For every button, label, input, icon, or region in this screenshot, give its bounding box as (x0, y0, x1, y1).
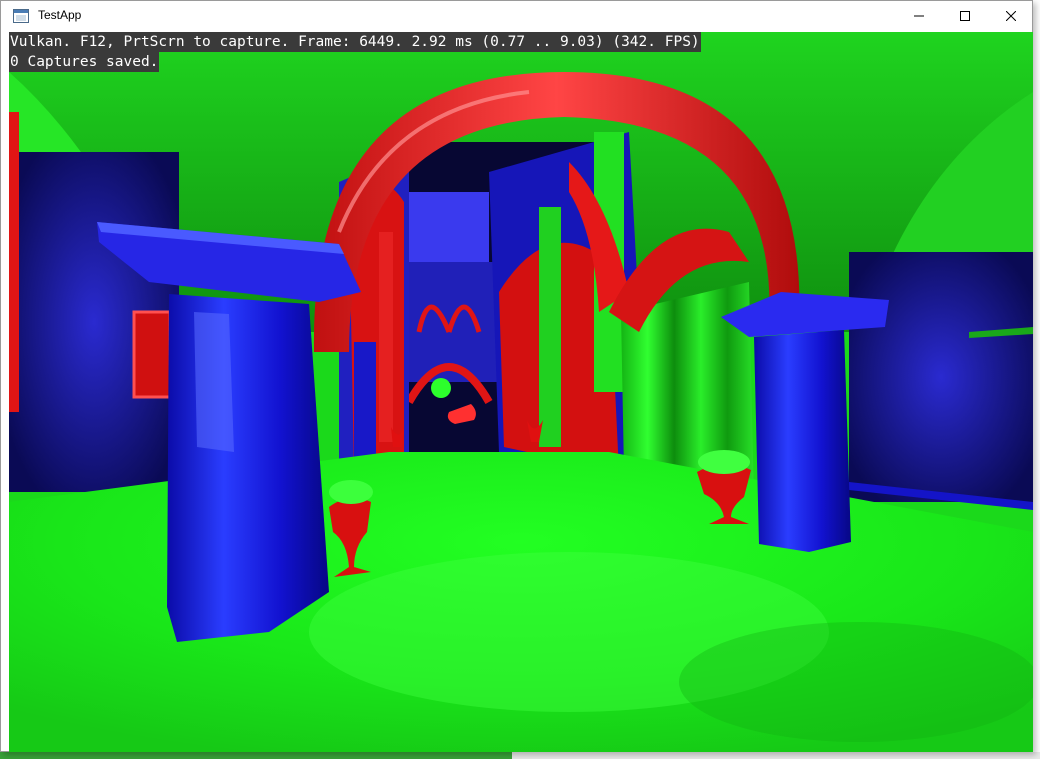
maximize-button[interactable] (942, 1, 988, 31)
minimize-button[interactable] (896, 1, 942, 31)
left-window (132, 310, 172, 399)
minimize-icon (914, 15, 924, 17)
app-window: TestApp Vulkan. F12, PrtScrn to capture.… (0, 0, 1033, 752)
debug-overlay: Vulkan. F12, PrtScrn to capture. Frame: … (9, 32, 701, 72)
right-wall (849, 252, 1033, 502)
left-small-pillar-2 (354, 342, 376, 472)
captures-line: 0 Captures saved. (9, 52, 160, 72)
corridor-far-blue (409, 192, 489, 262)
left-pillar (167, 294, 329, 642)
far-plant (431, 378, 451, 398)
close-button[interactable] (988, 1, 1034, 31)
stats-line: Vulkan. F12, PrtScrn to capture. Frame: … (9, 32, 701, 52)
app-window-icon (13, 9, 29, 23)
maximize-icon (960, 11, 970, 21)
right-green-pillar (539, 207, 561, 447)
right-pillar (754, 330, 851, 552)
right-vase-plant (698, 450, 750, 474)
render-viewport[interactable]: Vulkan. F12, PrtScrn to capture. Frame: … (9, 32, 1033, 752)
window-title: TestApp (38, 8, 82, 22)
left-small-pillar (379, 232, 393, 442)
background-window-edge (0, 752, 512, 759)
sponza-scene (9, 32, 1033, 752)
left-pillar-highlight (194, 312, 234, 452)
title-bar[interactable]: TestApp (1, 1, 1032, 31)
left-vase-plant (329, 480, 373, 504)
close-icon (1006, 11, 1016, 21)
floor-shade (679, 622, 1033, 742)
left-red-banner (9, 112, 19, 412)
